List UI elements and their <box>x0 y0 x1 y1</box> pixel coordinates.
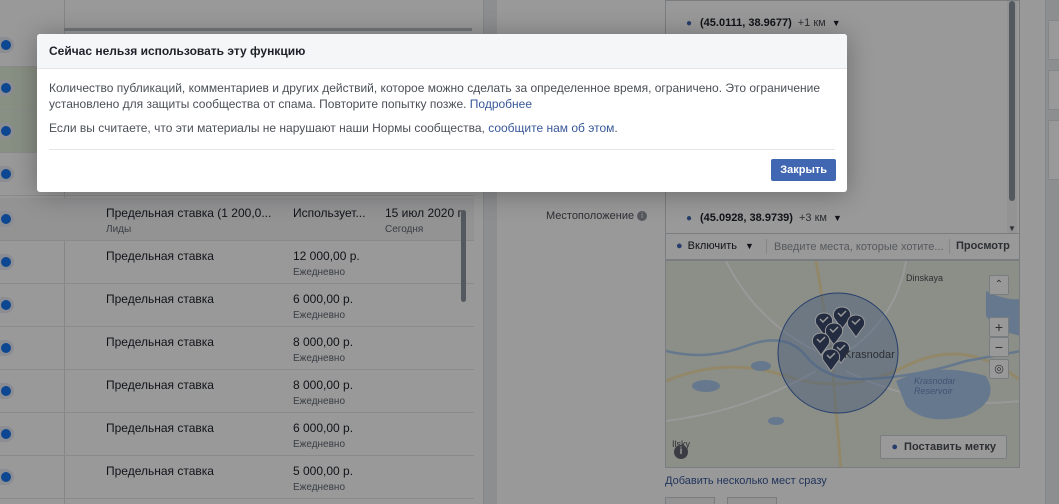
dialog-body: Количество публикаций, комментариев и др… <box>37 69 847 136</box>
close-button[interactable]: Закрыть <box>771 159 836 181</box>
dialog-header: Сейчас нельзя использовать эту функцию <box>37 34 847 69</box>
rate-limit-dialog: Сейчас нельзя использовать эту функцию К… <box>37 34 847 192</box>
dialog-paragraph: Количество публикаций, комментариев и др… <box>49 81 821 111</box>
learn-more-link[interactable]: Подробнее <box>470 97 532 111</box>
dialog-divider <box>49 149 835 150</box>
dialog-paragraph: Если вы считаете, что эти материалы не н… <box>49 121 618 135</box>
dialog-title: Сейчас нельзя использовать эту функцию <box>49 44 306 58</box>
report-link[interactable]: сообщите нам об этом <box>488 121 614 135</box>
